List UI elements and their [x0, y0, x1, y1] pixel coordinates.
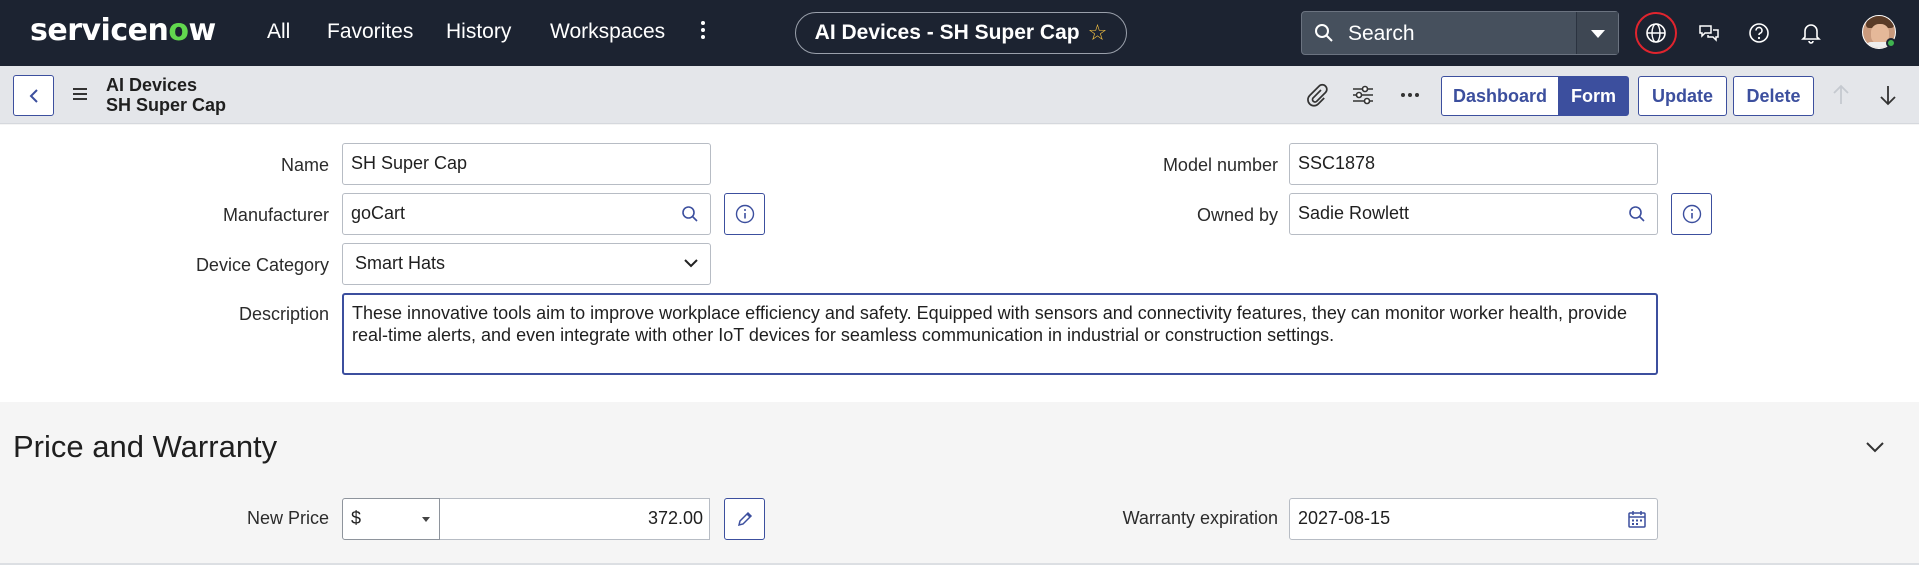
info-icon [1682, 204, 1701, 224]
back-button[interactable] [13, 75, 54, 116]
price-and-warranty-section: Price and Warranty New Price $ 372.00 Wa… [0, 402, 1919, 565]
search-scope-dropdown[interactable] [1576, 12, 1618, 54]
new-price-input[interactable]: 372.00 [440, 498, 710, 540]
context-title: AI Devices - SH Super Cap [814, 21, 1080, 44]
help-icon[interactable] [1740, 14, 1778, 52]
chevron-down-icon [684, 259, 698, 268]
favorite-star-icon[interactable]: ☆ [1088, 20, 1108, 46]
model-number-input[interactable]: SSC1878 [1289, 143, 1658, 185]
global-search[interactable]: Search [1301, 11, 1619, 55]
search-icon [682, 206, 698, 222]
info-icon [735, 204, 754, 224]
owned-by-input[interactable]: Sadie Rowlett [1289, 193, 1618, 235]
presence-status-dot [1886, 38, 1896, 48]
update-button[interactable]: Update [1638, 76, 1727, 116]
breadcrumb-record: SH Super Cap [106, 95, 227, 115]
section-title: Price and Warranty [13, 429, 278, 464]
breadcrumb-table: AI Devices [106, 75, 198, 95]
language-globe-icon[interactable] [1635, 12, 1677, 54]
manufacturer-input[interactable]: goCart [342, 193, 671, 235]
calendar-icon [1628, 511, 1646, 528]
name-label: Name [280, 155, 329, 175]
form-header: AI Devices SH Super Cap Dashboard Form U… [0, 66, 1919, 124]
nav-all[interactable]: All [267, 20, 290, 44]
device-category-value: Smart Hats [355, 253, 446, 273]
currency-select[interactable]: $ [342, 498, 440, 540]
edit-price-button[interactable] [724, 498, 765, 540]
model-number-label: Model number [1162, 155, 1278, 175]
delete-button[interactable]: Delete [1733, 76, 1814, 116]
date-picker-button[interactable] [1617, 498, 1658, 540]
nav-favorites[interactable]: Favorites [327, 20, 413, 44]
previous-record-arrow-up-icon[interactable] [1828, 82, 1854, 108]
more-options-icon[interactable] [1397, 82, 1423, 108]
dashboard-view-button[interactable]: Dashboard [1441, 76, 1559, 116]
description-label: Description [238, 304, 329, 324]
manufacturer-info-button[interactable] [724, 193, 765, 235]
servicenow-logo[interactable]: servicenow [30, 13, 216, 48]
next-record-arrow-down-icon[interactable] [1875, 82, 1901, 108]
owned-by-info-button[interactable] [1671, 193, 1712, 235]
manufacturer-label: Manufacturer [222, 205, 329, 225]
personalize-sliders-icon[interactable] [1350, 82, 1376, 108]
top-navigation-bar: servicenow All Favorites History Workspa… [0, 0, 1919, 66]
new-price-label: New Price [246, 508, 329, 528]
collapse-section-chevron-icon[interactable] [1865, 440, 1885, 454]
manufacturer-lookup-button[interactable] [670, 193, 711, 235]
chevron-left-icon [29, 89, 38, 103]
nav-history[interactable]: History [446, 20, 511, 44]
warranty-expiration-input[interactable]: 2027-08-15 [1289, 498, 1618, 540]
nav-workspaces[interactable]: Workspaces [550, 20, 665, 44]
warranty-expiration-label: Warranty expiration [1122, 508, 1278, 528]
owned-by-label: Owned by [1196, 205, 1278, 225]
description-textarea[interactable]: These innovative tools aim to improve wo… [342, 293, 1658, 375]
form-context-menu-icon[interactable] [73, 88, 87, 103]
search-icon [1629, 206, 1645, 222]
pencil-icon [737, 511, 752, 527]
name-input[interactable]: SH Super Cap [342, 143, 711, 185]
chat-icon[interactable] [1690, 14, 1728, 52]
search-icon [1315, 24, 1333, 42]
device-category-label: Device Category [195, 255, 329, 275]
form-view-button[interactable]: Form [1558, 76, 1629, 116]
more-menu-icon[interactable] [698, 18, 708, 44]
notifications-bell-icon[interactable] [1792, 14, 1830, 52]
owned-by-lookup-button[interactable] [1617, 193, 1658, 235]
attachment-paperclip-icon[interactable] [1304, 82, 1330, 108]
search-placeholder: Search [1348, 22, 1415, 45]
context-title-pill[interactable]: AI Devices - SH Super Cap ☆ [795, 12, 1127, 54]
device-category-select[interactable]: Smart Hats [342, 243, 711, 285]
